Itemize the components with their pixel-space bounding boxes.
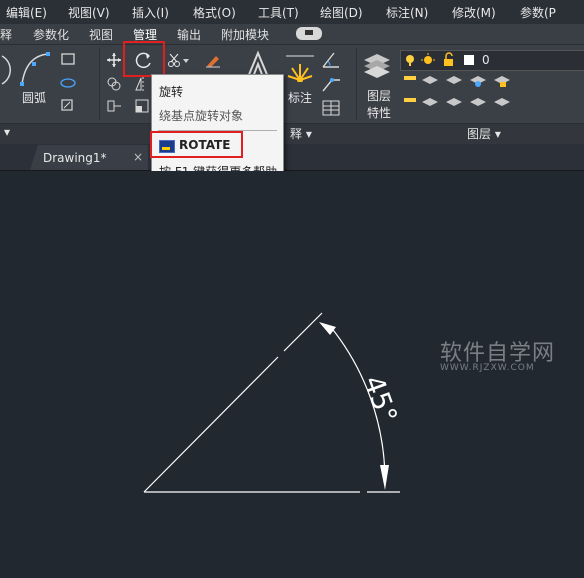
watermark-url: WWW.RJZXW.COM [440,363,535,373]
angle-ray-upper[interactable] [283,312,323,352]
angle-ray-lower[interactable] [143,356,279,493]
dimension-arrow-upper [319,322,336,335]
drawing-geometry [143,312,400,493]
dimension-arrow-lower [380,465,389,490]
